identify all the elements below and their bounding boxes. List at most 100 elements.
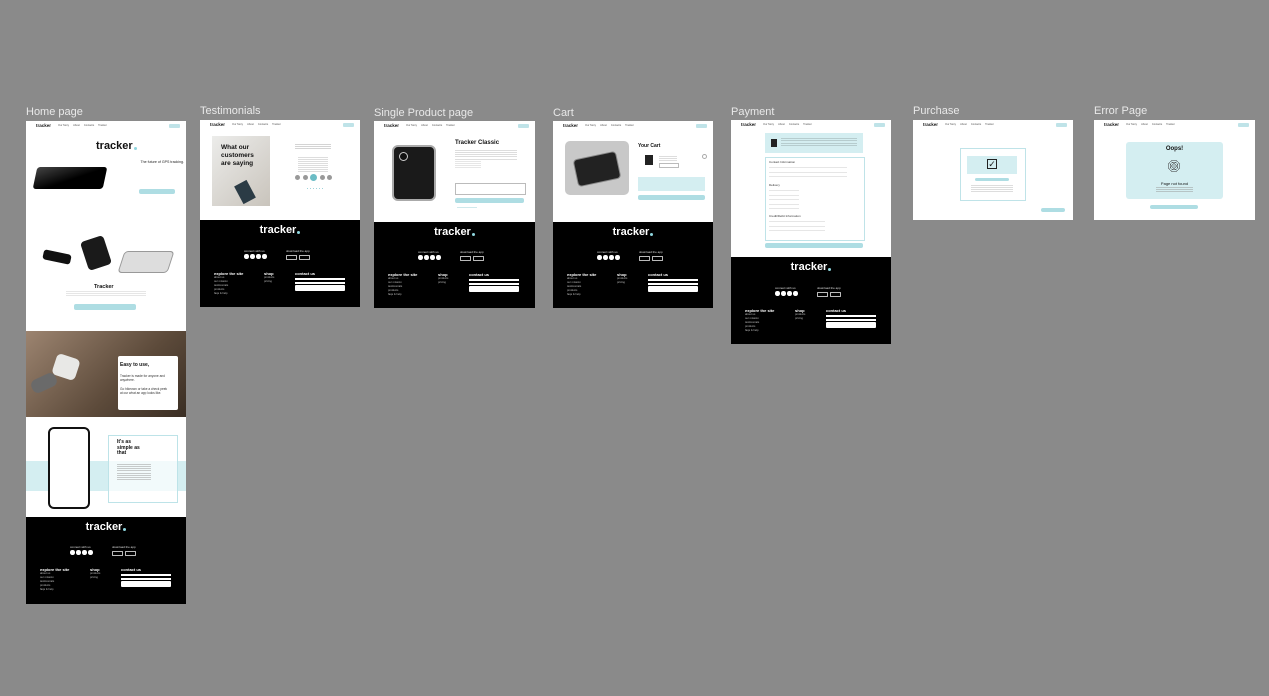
facebook-icon[interactable] [70, 550, 75, 555]
shop-links[interactable]: products pricing [90, 572, 100, 580]
contact-form[interactable] [121, 574, 171, 588]
card-fields[interactable] [769, 219, 825, 235]
testimonial-quote [295, 144, 331, 150]
avatar[interactable] [302, 175, 308, 180]
nav-cart-button[interactable] [343, 122, 354, 127]
store-badges[interactable] [112, 551, 136, 556]
nav-cart-button[interactable] [1056, 122, 1067, 127]
product-description [455, 150, 517, 160]
nav-cart-button[interactable] [518, 123, 529, 128]
social-icons[interactable] [70, 550, 93, 555]
twitter-icon[interactable] [82, 550, 87, 555]
footer: tracker connect with us download the app… [374, 222, 535, 308]
order-item-thumb [771, 139, 777, 147]
cart-item-details [659, 156, 677, 161]
back-home-button[interactable] [1150, 205, 1198, 209]
shop-links[interactable]: products pricing [438, 277, 448, 285]
confirmation-banner: ✓ [967, 156, 1017, 174]
product-title: Tracker Classic [455, 140, 500, 146]
frame-purchase[interactable]: tracker Our Story About Contacts Tracker ✓ [913, 120, 1073, 220]
product-description [66, 291, 146, 297]
social-icons[interactable] [775, 291, 798, 296]
nav-bar: tracker Our Story About Contacts Tracker [553, 121, 713, 130]
nav-cart-button[interactable] [696, 123, 707, 128]
add-to-cart-button[interactable] [455, 198, 524, 203]
location-pin-icon [828, 268, 832, 271]
hero-cta-button[interactable] [139, 189, 175, 194]
shop-links[interactable]: products pricing [264, 276, 274, 284]
frame-testimonials[interactable]: tracker Our Story About Contacts Tracker Wh… [200, 120, 360, 307]
nav-link[interactable]: Tracker [98, 124, 107, 127]
instagram-icon[interactable] [76, 550, 81, 555]
continue-shopping-button[interactable] [1041, 208, 1065, 212]
connect-label: connect with us [775, 286, 796, 290]
nav-logo[interactable]: tracker [1104, 122, 1119, 127]
contact-form[interactable] [295, 278, 345, 292]
nav-bar: tracker Our Story About Contacts Tracker [731, 120, 891, 129]
nav-cart-button[interactable] [874, 122, 885, 127]
carousel-dots[interactable] [307, 188, 323, 189]
confirm-payment-button[interactable] [765, 243, 863, 248]
nav-bar: tracker Our Story About Contacts Tracker [26, 121, 186, 130]
delivery-fields[interactable] [769, 188, 799, 210]
nav-links: Our Story About Contacts Tracker [232, 123, 281, 126]
frame-label-purchase[interactable]: Purchase [913, 105, 959, 117]
frame-product[interactable]: tracker Our Story About Contacts Tracker Tr… [374, 121, 535, 308]
contact-form[interactable] [469, 279, 519, 293]
social-icons[interactable] [418, 255, 441, 260]
contact-form[interactable] [826, 315, 876, 329]
contact-form[interactable] [648, 279, 698, 293]
explore-links[interactable]: about us our mission testimonials products f… [214, 276, 228, 296]
frame-label-product[interactable]: Single Product page [374, 107, 473, 119]
checkout-button[interactable] [638, 195, 705, 200]
nav-cart-button[interactable] [169, 123, 180, 128]
explore-links[interactable]: about us our mission testimonials products f… [40, 572, 54, 592]
store-badges[interactable] [286, 255, 310, 260]
frame-payment[interactable]: tracker Our Story About Contacts Tracker Co… [731, 120, 891, 344]
customer-avatars[interactable] [295, 174, 332, 181]
frame-cart[interactable]: tracker Our Story About Contacts Tracker Yo… [553, 121, 713, 308]
avatar[interactable] [319, 175, 325, 180]
footer-logo: tracker [731, 261, 891, 273]
nav-logo[interactable]: tracker [563, 123, 578, 128]
nav-logo[interactable]: tracker [923, 122, 938, 127]
frame-label-home[interactable]: Home page [26, 106, 83, 118]
product-cta-button[interactable] [74, 304, 136, 310]
nav-link[interactable]: About [73, 124, 80, 127]
remove-item-icon[interactable] [702, 154, 707, 159]
avatar-active[interactable] [310, 174, 317, 181]
nav-logo[interactable]: tracker [210, 122, 225, 127]
frame-home[interactable]: tracker Our Story About Contacts Tracker tr… [26, 121, 186, 604]
frame-label-cart[interactable]: Cart [553, 107, 574, 119]
shop-links[interactable]: products pricing [795, 313, 805, 321]
nav-bar: tracker Our Story About Contacts Tracker [913, 120, 1073, 129]
google-play-badge[interactable] [125, 551, 136, 556]
nav-link[interactable]: Contacts [84, 124, 94, 127]
store-badges[interactable] [460, 256, 484, 261]
secondary-link[interactable] [457, 207, 477, 208]
explore-links[interactable]: about us our mission testimonials products f… [388, 277, 402, 297]
nav-logo[interactable]: tracker [741, 122, 756, 127]
frame-error[interactable]: tracker Our Story About Contacts Tracker Oo… [1094, 120, 1255, 220]
avatar[interactable] [327, 175, 332, 180]
frame-label-payment[interactable]: Payment [731, 106, 774, 118]
nav-link[interactable]: Our Story [58, 124, 69, 127]
nav-cart-button[interactable] [1238, 122, 1249, 127]
explore-links[interactable]: about us our mission testimonials products f… [567, 277, 581, 297]
avatar[interactable] [295, 175, 300, 180]
store-badges[interactable] [639, 256, 663, 261]
contact-fields[interactable] [769, 165, 847, 179]
nav-logo[interactable]: tracker [36, 123, 51, 128]
quantity-stepper[interactable] [659, 163, 679, 168]
frame-label-testimonials[interactable]: Testimonials [200, 105, 261, 117]
social-icons[interactable] [244, 254, 267, 259]
youtube-icon[interactable] [88, 550, 93, 555]
explore-links[interactable]: about us our mission testimonials products f… [745, 313, 759, 333]
nav-logo[interactable]: tracker [384, 123, 399, 128]
frame-label-error[interactable]: Error Page [1094, 105, 1147, 117]
app-store-badge[interactable] [112, 551, 123, 556]
phone-image [48, 427, 90, 509]
social-icons[interactable] [597, 255, 620, 260]
shop-links[interactable]: products pricing [617, 277, 627, 285]
store-badges[interactable] [817, 292, 841, 297]
